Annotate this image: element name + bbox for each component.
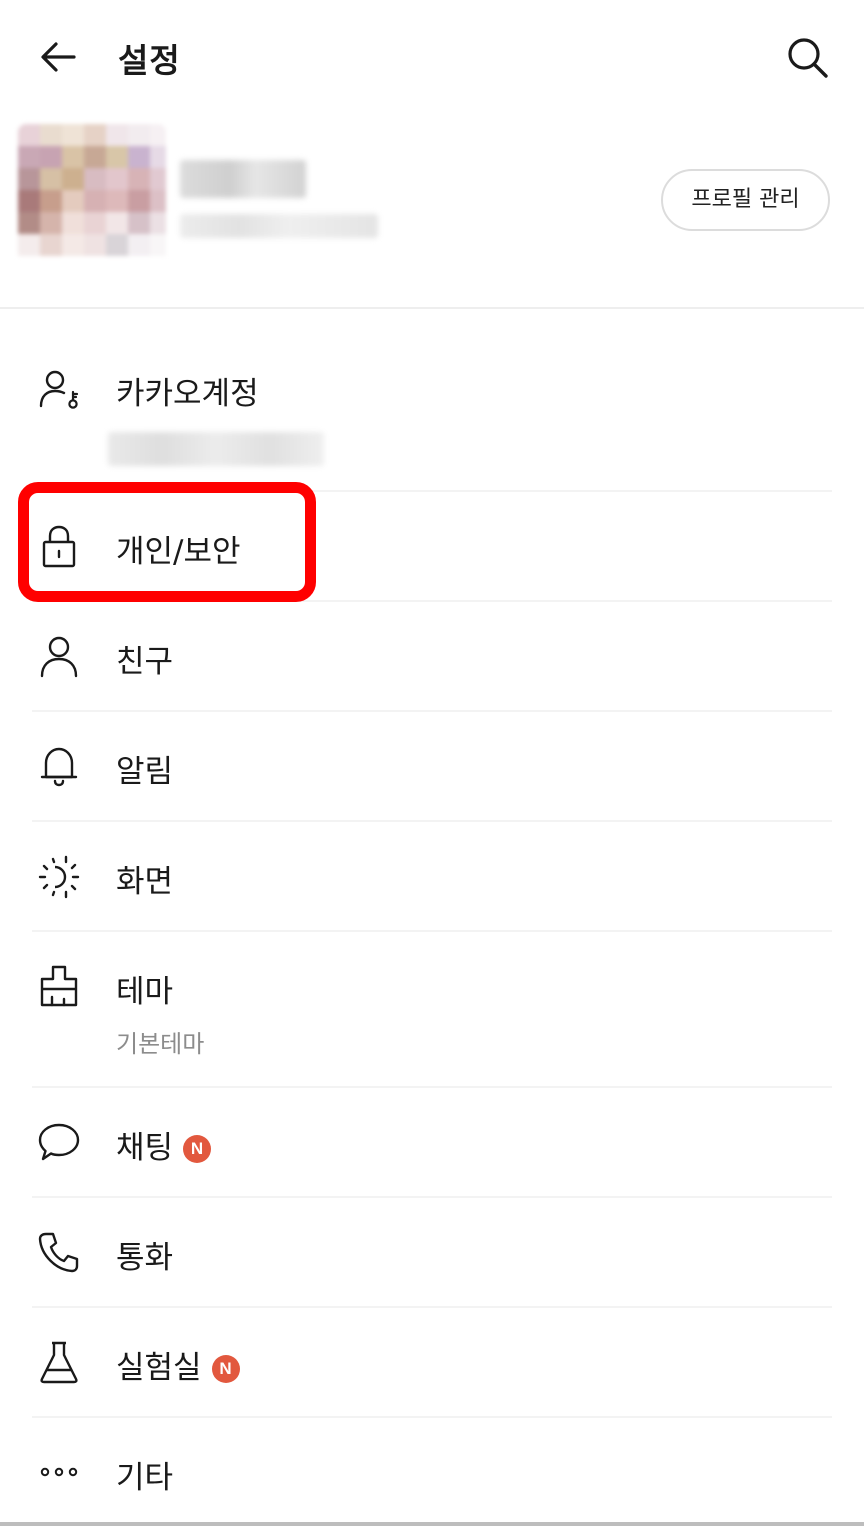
new-badge: N	[211, 1355, 240, 1383]
menu-label: 카카오계정	[116, 376, 259, 412]
profile-status-redacted	[180, 214, 378, 238]
menu-item-display[interactable]: 화면	[0, 822, 864, 930]
profile-name-redacted	[180, 160, 306, 198]
menu-item-chat[interactable]: 채팅 N	[0, 1088, 864, 1196]
menu-label: 통화	[116, 1240, 174, 1276]
avatar[interactable]	[18, 124, 166, 264]
bell-icon	[36, 743, 82, 789]
account-email-redacted	[108, 432, 324, 466]
menu-label: 실험실 N	[116, 1342, 240, 1387]
account-key-icon	[36, 366, 82, 412]
profile-section[interactable]: 프로필 관리	[0, 112, 864, 308]
phone-icon	[36, 1229, 82, 1275]
flask-icon	[36, 1339, 82, 1385]
menu-label-text: 채팅	[116, 1130, 174, 1166]
menu-item-theme[interactable]: 테마 기본테마	[0, 932, 864, 1086]
section-divider	[0, 307, 864, 309]
menu-label: 채팅 N	[116, 1122, 212, 1167]
search-button[interactable]	[782, 32, 834, 84]
paint-brush-icon	[36, 963, 82, 1009]
settings-page: 설정 프로필 관리 카카오계정 개인/보안 친구 알림 화면 테마 기본테마 채…	[0, 0, 864, 1526]
menu-item-kakao-account[interactable]: 카카오계정	[0, 310, 864, 490]
menu-item-call[interactable]: 통화	[0, 1198, 864, 1306]
back-button[interactable]	[34, 32, 84, 82]
highlight-box	[18, 482, 316, 602]
menu-label-text: 실험실	[116, 1350, 202, 1386]
menu-item-etc[interactable]: 기타	[0, 1418, 864, 1522]
chat-bubble-icon	[36, 1119, 82, 1165]
more-dots-icon	[36, 1449, 82, 1495]
menu-item-friends[interactable]: 친구	[0, 602, 864, 710]
menu-item-lab[interactable]: 실험실 N	[0, 1308, 864, 1416]
menu-label: 친구	[116, 644, 174, 680]
page-title: 설정	[118, 41, 181, 80]
menu-label: 테마	[116, 974, 174, 1010]
menu-label: 알림	[116, 754, 174, 790]
person-icon	[36, 633, 82, 679]
brightness-icon	[36, 853, 82, 899]
bottom-edge-line	[0, 1522, 864, 1526]
search-icon	[788, 38, 828, 78]
top-app-bar: 설정	[0, 0, 864, 112]
menu-item-notifications[interactable]: 알림	[0, 712, 864, 820]
profile-manage-button[interactable]: 프로필 관리	[661, 169, 830, 231]
new-badge: N	[183, 1135, 212, 1163]
menu-label: 화면	[116, 864, 174, 900]
arrow-left-icon	[41, 42, 76, 72]
menu-sublabel: 기본테마	[116, 1030, 205, 1058]
menu-label: 기타	[116, 1460, 174, 1496]
